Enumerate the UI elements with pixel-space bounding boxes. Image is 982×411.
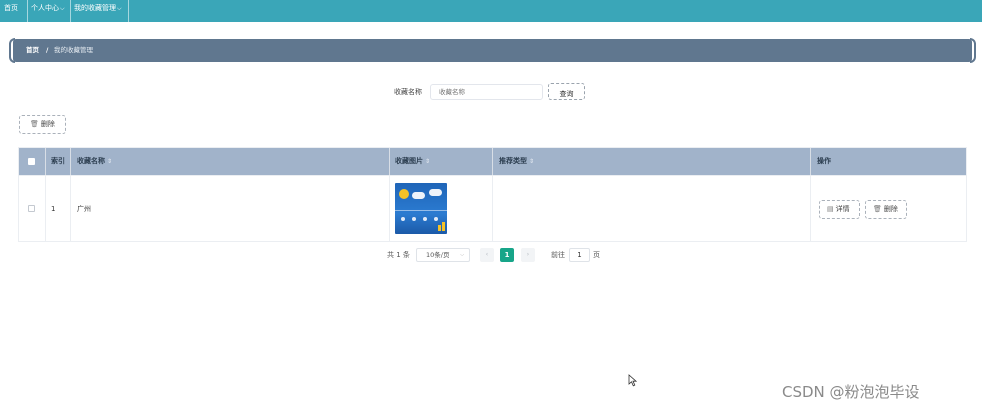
breadcrumb-separator: / — [46, 46, 49, 54]
header-select-all-cell — [19, 148, 46, 175]
cloud-icon — [412, 192, 425, 199]
detail-button-label: 详情 — [835, 205, 850, 213]
breadcrumb-current: 我的收藏管理 — [54, 46, 93, 54]
search-label: 收藏名称 — [394, 88, 422, 96]
column-header-type-label: 推荐类型 — [499, 157, 527, 165]
goto-page-input[interactable]: 1 — [569, 248, 590, 262]
nav-item-home[interactable]: 首页 — [4, 0, 18, 22]
detail-button[interactable]: ▤ 详情 — [819, 200, 860, 219]
goto-label: 前往 — [551, 251, 565, 259]
column-header-actions-label: 操作 — [817, 157, 831, 165]
weather-dot — [412, 217, 416, 221]
nav-item-favorites-label: 我的收藏管理 — [74, 4, 116, 12]
mouse-cursor-icon — [628, 374, 637, 387]
column-header-index: 索引 — [46, 148, 71, 175]
table-row: 1 广州 ▤ 详情 🗑 删除 — [19, 175, 966, 242]
chevron-right-icon: › — [526, 251, 530, 258]
top-nav: 首页 个人中心⌵ 我的收藏管理⌵ — [0, 0, 982, 22]
chevron-down-icon: ⌵ — [60, 5, 65, 12]
chevron-down-icon: ⌵ — [460, 252, 464, 258]
batch-delete-button[interactable]: 🗑 删除 — [19, 115, 66, 134]
column-header-image[interactable]: 收藏图片 ⇕ — [390, 148, 493, 175]
weather-bar — [438, 225, 441, 231]
weather-dot — [401, 217, 405, 221]
chevron-left-icon: ‹ — [485, 251, 489, 258]
sun-icon — [399, 189, 409, 199]
breadcrumb-bracket-right — [970, 38, 976, 63]
column-header-actions: 操作 — [811, 148, 966, 175]
page-size-value: 10条/页 — [426, 251, 450, 259]
cell-name: 广州 — [71, 176, 390, 242]
cell-image — [390, 176, 493, 242]
next-page-button[interactable]: › — [521, 248, 535, 262]
breadcrumb-bracket-left — [9, 38, 15, 63]
nav-divider — [128, 0, 129, 22]
pagination-total: 共 1 条 — [387, 251, 410, 259]
row-select-cell — [19, 176, 46, 242]
sort-icon: ⇕ — [107, 158, 113, 165]
page-number-active[interactable]: 1 — [500, 248, 514, 262]
prev-page-button[interactable]: ‹ — [480, 248, 494, 262]
trash-icon: 🗑 — [30, 120, 39, 128]
column-header-type[interactable]: 推荐类型 ⇕ — [493, 148, 811, 175]
column-header-image-label: 收藏图片 — [395, 157, 423, 165]
chevron-down-icon: ⌵ — [117, 5, 122, 12]
weather-dot — [434, 217, 438, 221]
sort-icon: ⇕ — [529, 158, 535, 165]
favorite-image-thumbnail[interactable] — [395, 183, 447, 234]
nav-item-profile[interactable]: 个人中心⌵ — [31, 0, 65, 22]
nav-item-profile-label: 个人中心 — [31, 4, 59, 12]
favorites-table: 索引 收藏名称 ⇕ 收藏图片 ⇕ 推荐类型 ⇕ 操作 1 广州 ▤ 详情 🗑 删… — [18, 147, 967, 242]
column-header-name-label: 收藏名称 — [77, 157, 105, 165]
select-all-checkbox[interactable] — [28, 158, 35, 165]
weather-bar — [442, 222, 445, 231]
nav-item-home-label: 首页 — [4, 4, 18, 12]
weather-dot — [423, 217, 427, 221]
column-header-index-label: 索引 — [51, 157, 65, 165]
goto-page-suffix: 页 — [593, 251, 600, 259]
breadcrumb: 首页 / 我的收藏管理 — [9, 38, 976, 63]
nav-item-favorites[interactable]: 我的收藏管理⌵ — [74, 0, 122, 22]
nav-divider — [70, 0, 71, 22]
cell-type — [493, 176, 811, 242]
cell-index: 1 — [46, 176, 71, 242]
document-icon: ▤ — [827, 205, 834, 213]
sort-icon: ⇕ — [425, 158, 431, 165]
cell-actions: ▤ 详情 🗑 删除 — [811, 176, 966, 242]
row-checkbox[interactable] — [28, 205, 35, 212]
row-delete-label: 删除 — [883, 205, 898, 213]
table-header: 索引 收藏名称 ⇕ 收藏图片 ⇕ 推荐类型 ⇕ 操作 — [19, 148, 966, 175]
breadcrumb-home[interactable]: 首页 — [26, 39, 39, 62]
column-header-name[interactable]: 收藏名称 ⇕ — [71, 148, 390, 175]
page-size-select[interactable]: 10条/页 ⌵ — [416, 248, 470, 262]
nav-divider — [27, 0, 28, 22]
trash-icon: 🗑 — [873, 205, 882, 213]
batch-delete-label: 删除 — [40, 120, 55, 128]
thumbnail-divider — [395, 210, 447, 211]
search-button-label: 查询 — [559, 90, 574, 98]
watermark: CSDN @粉泡泡毕设 — [782, 383, 920, 401]
cloud-icon — [429, 189, 442, 196]
search-input[interactable] — [430, 84, 543, 100]
search-button[interactable]: 查询 — [548, 83, 585, 100]
row-delete-button[interactable]: 🗑 删除 — [865, 200, 907, 219]
